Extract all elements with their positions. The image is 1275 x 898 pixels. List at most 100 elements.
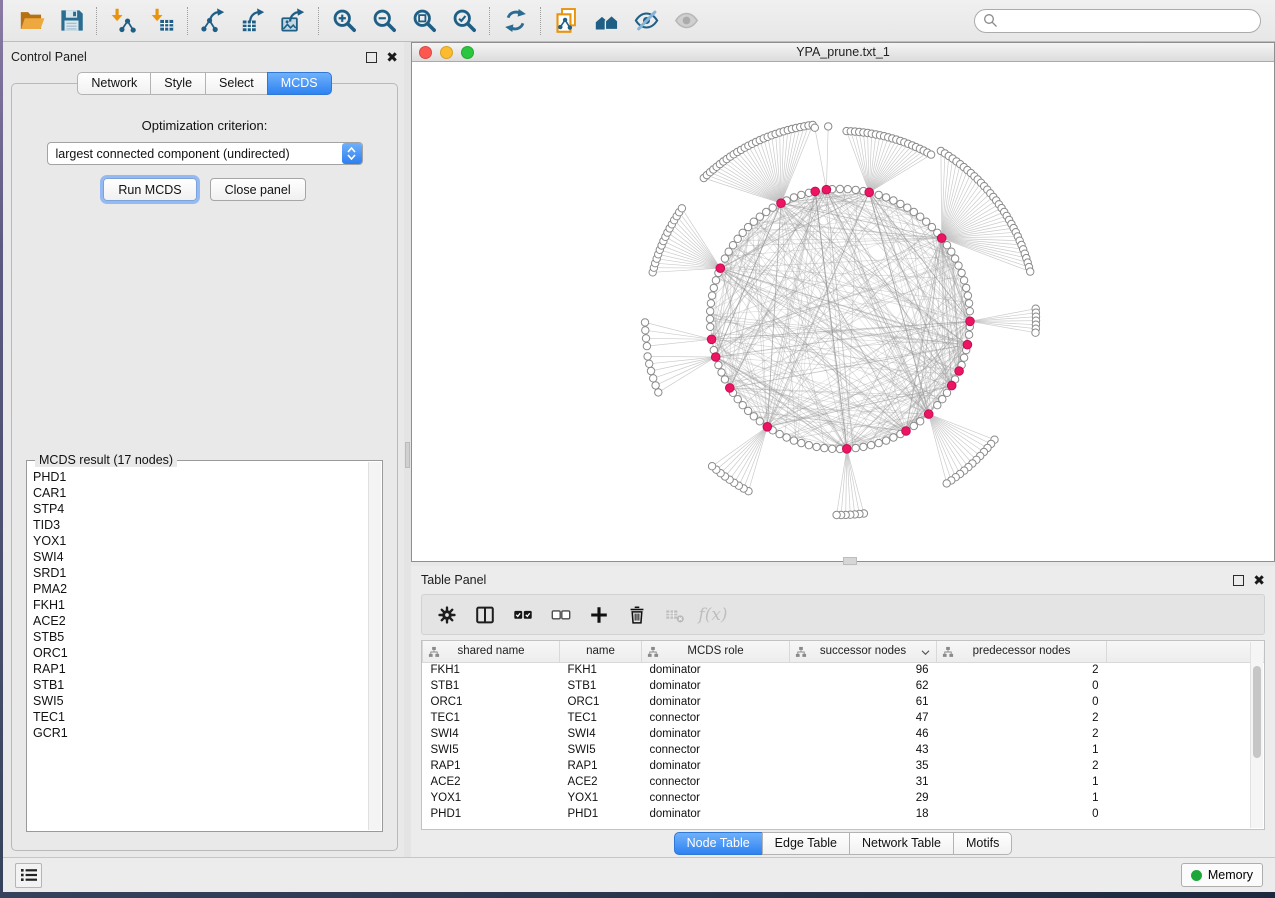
network-node[interactable] bbox=[642, 327, 649, 334]
network-node[interactable] bbox=[965, 300, 972, 307]
network-node[interactable] bbox=[798, 191, 805, 198]
run-mcds-button[interactable]: Run MCDS bbox=[103, 178, 196, 201]
first-neighbors-button[interactable] bbox=[586, 3, 626, 39]
network-node[interactable] bbox=[707, 308, 714, 315]
mcds-result-item[interactable]: YOX1 bbox=[33, 533, 368, 549]
mcds-result-item[interactable]: STB1 bbox=[33, 677, 368, 693]
network-node[interactable] bbox=[875, 191, 882, 198]
mcds-result-item[interactable]: STP4 bbox=[33, 501, 368, 517]
mcds-result-item[interactable]: PMA2 bbox=[33, 581, 368, 597]
network-node[interactable] bbox=[706, 315, 713, 322]
mcds-result-item[interactable]: ORC1 bbox=[33, 645, 368, 661]
export-network-button[interactable] bbox=[193, 3, 233, 39]
table-row[interactable]: SWI4SWI4dominator462 bbox=[423, 726, 1266, 742]
network-node[interactable] bbox=[776, 430, 783, 437]
network-node[interactable] bbox=[964, 292, 971, 299]
table-row[interactable]: SWI5SWI5connector431 bbox=[423, 742, 1266, 758]
tab-select[interactable]: Select bbox=[205, 72, 268, 95]
new-network-from-selection-button[interactable] bbox=[546, 3, 586, 39]
table-row[interactable]: ORC1ORC1dominator610 bbox=[423, 694, 1266, 710]
network-node[interactable] bbox=[790, 437, 797, 444]
add-column-button[interactable] bbox=[582, 599, 616, 631]
network-node[interactable] bbox=[860, 443, 867, 450]
hide-selected-button[interactable] bbox=[626, 3, 666, 39]
delete-column-button[interactable] bbox=[620, 599, 654, 631]
network-node[interactable] bbox=[966, 308, 973, 315]
mcds-highlight-node[interactable] bbox=[843, 445, 852, 454]
mcds-highlight-node[interactable] bbox=[955, 367, 964, 376]
import-table-button[interactable] bbox=[142, 3, 182, 39]
table-scrollbar-thumb[interactable] bbox=[1253, 666, 1261, 758]
network-node[interactable] bbox=[910, 422, 917, 429]
table-settings-button[interactable] bbox=[430, 599, 464, 631]
mcds-result-list[interactable]: PHD1CAR1STP4TID3YOX1SWI4SRD1PMA2FKH1ACE2… bbox=[33, 469, 368, 829]
mcds-result-item[interactable]: FKH1 bbox=[33, 597, 368, 613]
import-network-button[interactable] bbox=[102, 3, 142, 39]
network-node[interactable] bbox=[882, 437, 889, 444]
show-all-button[interactable] bbox=[666, 3, 706, 39]
network-node[interactable] bbox=[948, 248, 955, 255]
table-row[interactable]: RAP1RAP1dominator352 bbox=[423, 758, 1266, 774]
network-node[interactable] bbox=[678, 205, 685, 212]
mcds-result-item[interactable]: SRD1 bbox=[33, 565, 368, 581]
network-node[interactable] bbox=[763, 208, 770, 215]
network-node[interactable] bbox=[890, 197, 897, 204]
network-node[interactable] bbox=[844, 186, 851, 193]
mcds-highlight-node[interactable] bbox=[902, 427, 911, 436]
network-node[interactable] bbox=[965, 331, 972, 338]
vertical-splitter-grip[interactable] bbox=[405, 442, 410, 468]
network-node[interactable] bbox=[708, 463, 715, 470]
refresh-layout-button[interactable] bbox=[495, 3, 535, 39]
network-node[interactable] bbox=[897, 200, 904, 207]
network-node[interactable] bbox=[650, 375, 657, 382]
network-node[interactable] bbox=[825, 123, 832, 130]
mcds-result-item[interactable]: CAR1 bbox=[33, 485, 368, 501]
table-row[interactable]: FKH1FKH1dominator962 bbox=[423, 662, 1266, 678]
network-node[interactable] bbox=[647, 367, 654, 374]
network-node[interactable] bbox=[707, 300, 714, 307]
tab-style[interactable]: Style bbox=[150, 72, 206, 95]
network-node[interactable] bbox=[734, 396, 741, 403]
network-node[interactable] bbox=[852, 186, 859, 193]
column-header-MCDS-role[interactable]: MCDS role bbox=[642, 641, 790, 662]
network-node[interactable] bbox=[715, 361, 722, 368]
mcds-result-item[interactable]: TID3 bbox=[33, 517, 368, 533]
column-header-successor-nodes[interactable]: successor nodes bbox=[790, 641, 937, 662]
network-node[interactable] bbox=[756, 213, 763, 220]
float-panel-icon[interactable] bbox=[366, 52, 377, 63]
mcds-highlight-node[interactable] bbox=[963, 340, 972, 349]
table-row[interactable]: TEC1TEC1connector472 bbox=[423, 710, 1266, 726]
tab-node-table[interactable]: Node Table bbox=[674, 832, 763, 855]
mcds-result-item[interactable]: ACE2 bbox=[33, 613, 368, 629]
network-node[interactable] bbox=[725, 248, 732, 255]
network-node[interactable] bbox=[934, 402, 941, 409]
mcds-highlight-node[interactable] bbox=[716, 264, 725, 273]
vertical-splitter[interactable] bbox=[404, 42, 411, 857]
mcds-result-item[interactable]: TEC1 bbox=[33, 709, 368, 725]
task-history-button[interactable] bbox=[15, 863, 42, 888]
network-node[interactable] bbox=[798, 439, 805, 446]
network-node[interactable] bbox=[875, 439, 882, 446]
network-node[interactable] bbox=[811, 124, 818, 131]
mcds-result-item[interactable]: STB5 bbox=[33, 629, 368, 645]
close-panel-icon[interactable]: ✖ bbox=[386, 52, 398, 63]
mcds-highlight-node[interactable] bbox=[707, 335, 716, 344]
network-node[interactable] bbox=[813, 443, 820, 450]
table-row[interactable]: ACE2ACE2connector311 bbox=[423, 774, 1266, 790]
network-graph[interactable] bbox=[412, 62, 1274, 556]
mcds-highlight-node[interactable] bbox=[763, 423, 772, 432]
network-node[interactable] bbox=[655, 389, 662, 396]
network-node[interactable] bbox=[769, 204, 776, 211]
network-node[interactable] bbox=[710, 284, 717, 291]
export-image-button[interactable] bbox=[273, 3, 313, 39]
mcds-result-item[interactable]: GCR1 bbox=[33, 725, 368, 741]
horizontal-splitter-grip[interactable] bbox=[843, 557, 857, 565]
zoom-selected-button[interactable] bbox=[444, 3, 484, 39]
close-table-panel-icon[interactable]: ✖ bbox=[1253, 575, 1265, 586]
mcds-highlight-node[interactable] bbox=[726, 384, 735, 393]
tab-network[interactable]: Network bbox=[77, 72, 151, 95]
network-node[interactable] bbox=[852, 444, 859, 451]
network-node[interactable] bbox=[707, 323, 714, 330]
network-node[interactable] bbox=[917, 418, 924, 425]
mcds-highlight-node[interactable] bbox=[947, 381, 956, 390]
